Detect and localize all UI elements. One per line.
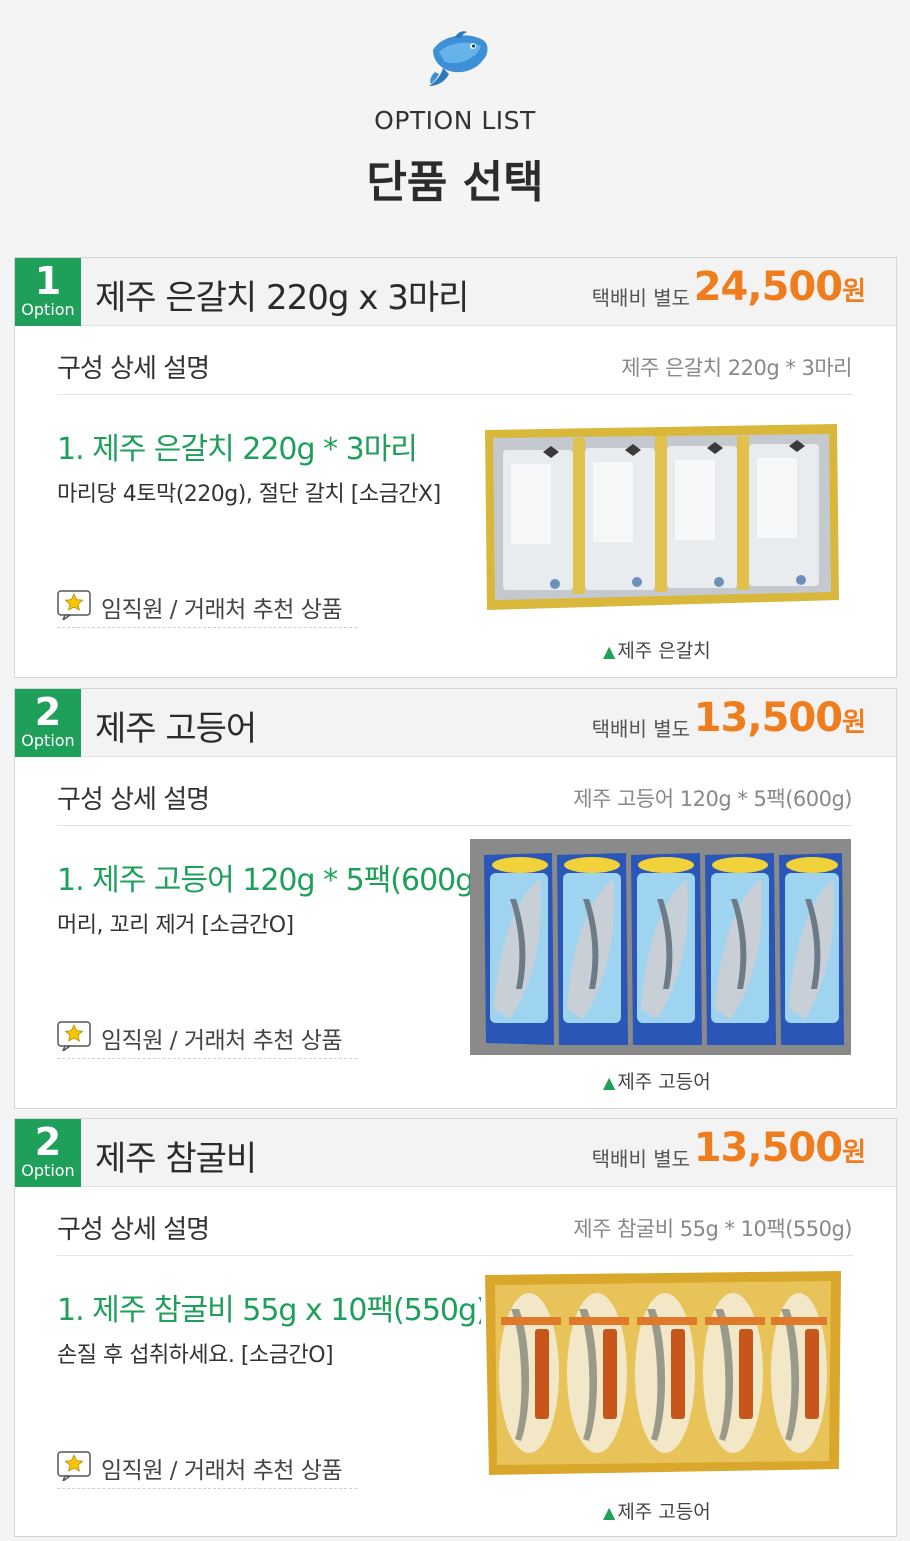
option-number: 2	[34, 690, 62, 734]
page-header: OPTION LIST 단품 선택	[0, 0, 910, 250]
triangle-up-icon: ▲	[603, 642, 616, 661]
divider	[57, 1255, 853, 1256]
detail-label: 구성 상세 설명	[57, 785, 210, 815]
price-unit: 원	[842, 277, 866, 307]
triangle-up-icon: ▲	[603, 1503, 616, 1522]
photo-caption: ▲ 제주 은갈치	[603, 636, 711, 663]
photo-caption: ▲ 제주 고등어	[603, 1497, 711, 1524]
option-badge: 2 Option	[15, 1119, 81, 1187]
shipping-note: 택배비 별도	[591, 1147, 690, 1171]
price-value: 13,500	[693, 1125, 843, 1171]
option-list-eyebrow: OPTION LIST	[374, 106, 536, 135]
option-badge-word: Option	[21, 1161, 75, 1180]
recommendation-label: 임직원 / 거래처 추천 상품	[101, 1028, 343, 1054]
product-photo-mackerel	[470, 839, 851, 1055]
caption-text: 제주 고등어	[617, 1501, 711, 1523]
detail-label: 구성 상세 설명	[57, 1215, 210, 1245]
photo-caption: ▲ 제주 고등어	[603, 1067, 711, 1094]
price-value: 13,500	[693, 695, 843, 741]
product-photo-croaker	[481, 1269, 845, 1479]
recommendation-label: 임직원 / 거래처 추천 상품	[101, 1458, 343, 1484]
price-value: 24,500	[693, 264, 843, 310]
page-title: 단품 선택	[366, 157, 544, 208]
option-badge: 2 Option	[15, 689, 81, 757]
option-number: 2	[34, 1120, 62, 1164]
option-card-header: 1 Option 제주 은갈치 220g x 3마리 택배비 별도 24,500…	[15, 258, 896, 326]
price: 13,500원	[694, 695, 866, 741]
option-card-header: 2 Option 제주 참굴비 택배비 별도 13,500원	[15, 1119, 896, 1187]
star-speech-icon	[57, 1451, 91, 1481]
recommendation-label: 임직원 / 거래처 추천 상품	[101, 597, 343, 623]
shipping-note: 택배비 별도	[591, 717, 690, 741]
recommendation-tag: 임직원 / 거래처 추천 상품	[57, 588, 357, 628]
detail-summary: 제주 은갈치 220g * 3마리	[621, 356, 852, 380]
triangle-up-icon: ▲	[603, 1073, 616, 1092]
product-name: 제주 은갈치 220g x 3마리	[95, 278, 469, 318]
star-speech-icon	[57, 590, 91, 620]
option-badge: 1 Option	[15, 258, 81, 326]
item-title: 1. 제주 고등어 120g * 5팩(600g)	[57, 863, 485, 898]
price-unit: 원	[842, 1138, 866, 1168]
item-title: 1. 제주 은갈치 220g * 3마리	[57, 432, 418, 467]
divider	[57, 825, 853, 826]
divider	[57, 394, 853, 395]
option-card-2[interactable]: 2 Option 제주 고등어 택배비 별도 13,500원 구성 상세 설명 …	[14, 688, 897, 1109]
caption-text: 제주 고등어	[617, 1071, 711, 1093]
recommendation-tag: 임직원 / 거래처 추천 상품	[57, 1019, 357, 1059]
product-name: 제주 참굴비	[95, 1139, 257, 1179]
item-title: 1. 제주 참굴비 55g x 10팩(550g)	[57, 1293, 488, 1328]
product-name: 제주 고등어	[95, 709, 257, 749]
option-badge-word: Option	[21, 731, 75, 750]
item-description: 손질 후 섭취하세요. [소금간O]	[57, 1343, 334, 1368]
recommendation-tag: 임직원 / 거래처 추천 상품	[57, 1449, 357, 1489]
fish-icon	[429, 31, 488, 86]
caption-text: 제주 은갈치	[617, 640, 711, 662]
shipping-note: 택배비 별도	[591, 286, 690, 310]
product-photo-hairtail	[481, 424, 841, 610]
detail-label: 구성 상세 설명	[57, 354, 210, 384]
option-card-1[interactable]: 1 Option 제주 은갈치 220g x 3마리 택배비 별도 24,500…	[14, 257, 897, 678]
item-description: 머리, 꼬리 제거 [소금간O]	[57, 913, 294, 938]
option-card-3[interactable]: 2 Option 제주 참굴비 택배비 별도 13,500원 구성 상세 설명 …	[14, 1118, 897, 1537]
option-card-header: 2 Option 제주 고등어 택배비 별도 13,500원	[15, 689, 896, 757]
detail-summary: 제주 고등어 120g * 5팩(600g)	[573, 787, 852, 811]
detail-summary: 제주 참굴비 55g * 10팩(550g)	[573, 1217, 852, 1241]
item-description: 마리당 4토막(220g), 절단 갈치 [소금간X]	[57, 482, 441, 507]
price: 24,500원	[694, 264, 866, 310]
option-badge-word: Option	[21, 300, 75, 319]
option-number: 1	[34, 259, 62, 303]
price-unit: 원	[842, 708, 866, 738]
price: 13,500원	[694, 1125, 866, 1171]
star-speech-icon	[57, 1021, 91, 1051]
